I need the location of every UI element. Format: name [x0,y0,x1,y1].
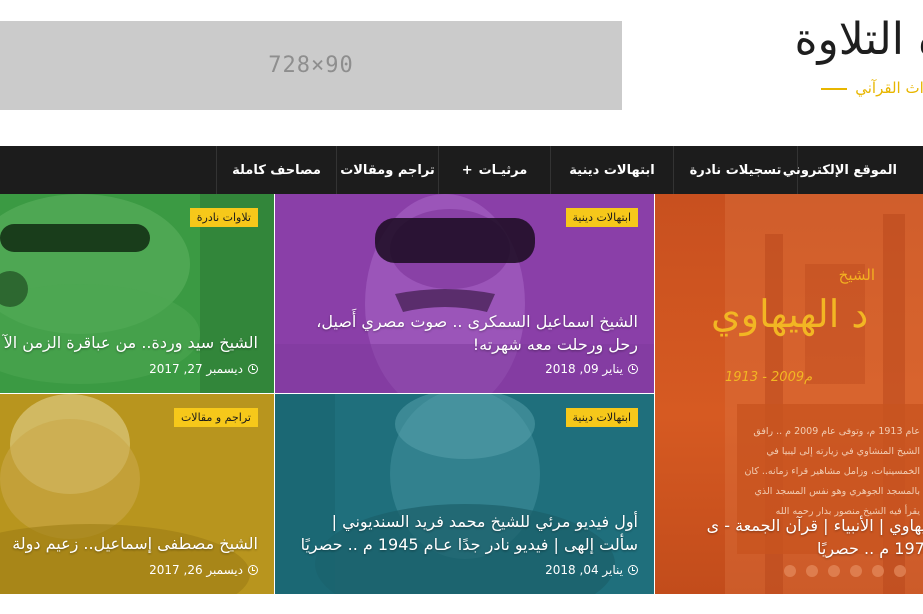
post-title[interactable]: هيهاوي | الأنبياء | قرآن الجمعة - ى 1976… [695,514,923,560]
post-title[interactable]: الشيخ مصطفى إسماعيل.. زعيم دولة [0,532,258,555]
clock-icon [248,565,258,575]
nav-item-website[interactable]: الموقع الإلكتروني [783,146,923,194]
site-logo-subtitle: راث القرآني [821,79,923,97]
nav-item-complete-quran[interactable]: مصاحف كاملة [216,146,336,194]
post-title[interactable]: أول فيديو مرئي للشيخ محمد فريد السنديوني… [298,510,638,556]
nav-item-rare-recordings[interactable]: تسجيلات نادرة [673,146,797,194]
clock-icon [628,565,638,575]
post-date: يناير 04, 2018 [545,563,638,577]
featured-post-large[interactable]: الشيخ د الهيهاوي 1913 - 2009م عام 1913 م… [655,194,923,594]
site-header: 728×90 ة التلاوة راث القرآني [0,0,923,146]
poster-years: 1913 - 2009م [725,370,813,385]
nav-item-elegies[interactable]: مرثيـات + [438,146,550,194]
ad-banner-placeholder[interactable]: 728×90 [0,21,622,110]
category-tag[interactable]: ابتهالات دينية [565,408,638,427]
site-logo-title[interactable]: ة التلاوة [794,14,923,65]
post-card-farid-sandyouni[interactable]: ابتهالات دينية أول فيديو مرئي للشيخ محمد… [275,394,654,594]
post-card-mostafa-ismail[interactable]: تراجم و مقالات الشيخ مصطفى إسماعيل.. زعي… [0,394,274,594]
grid-divider-vertical [654,194,655,594]
post-card-sayed-warda[interactable]: تلاوات نادرة الشيخ سيد وردة.. من عباقرة … [0,194,274,393]
poster-bio-text: عام 1913 م، وتوفى عام 2009 م .. رافق الش… [744,426,920,517]
grid-divider-vertical [274,194,275,594]
category-tag[interactable]: تلاوات نادرة [189,208,258,227]
post-date: ديسمبر 26, 2017 [149,563,258,577]
poster-kicker: الشيخ [838,266,875,284]
ad-size-label: 728×90 [268,53,354,78]
category-tag[interactable]: ابتهالات دينية [565,208,638,227]
main-navigation: الموقع الإلكتروني تسجيلات نادرة ابتهالات… [0,146,923,194]
subtitle-dash [821,87,848,90]
clock-icon [628,364,638,374]
post-card-ismail-samkari[interactable]: ابتهالات دينية الشيخ اسماعيل السمكرى .. … [275,194,654,393]
poster-name: د الهيهاوي [711,292,869,336]
expand-plus-icon[interactable]: + [462,163,473,178]
clock-icon [248,364,258,374]
post-date: يناير 09, 2018 [545,362,638,376]
nav-item-religious-supplications[interactable]: ابتهالات دينية [550,146,673,194]
post-date: ديسمبر 27, 2017 [149,362,258,376]
post-title[interactable]: الشيخ اسماعيل السمكرى .. صوت مصري أَصيل،… [308,310,638,356]
nav-item-biographies[interactable]: تراجم ومقالات [336,146,438,194]
post-title[interactable]: الشيخ سيد وردة.. من عباقرة الزمن الآ [0,331,258,354]
category-tag[interactable]: تراجم و مقالات [173,408,258,427]
grid-divider-horizontal [0,393,655,394]
